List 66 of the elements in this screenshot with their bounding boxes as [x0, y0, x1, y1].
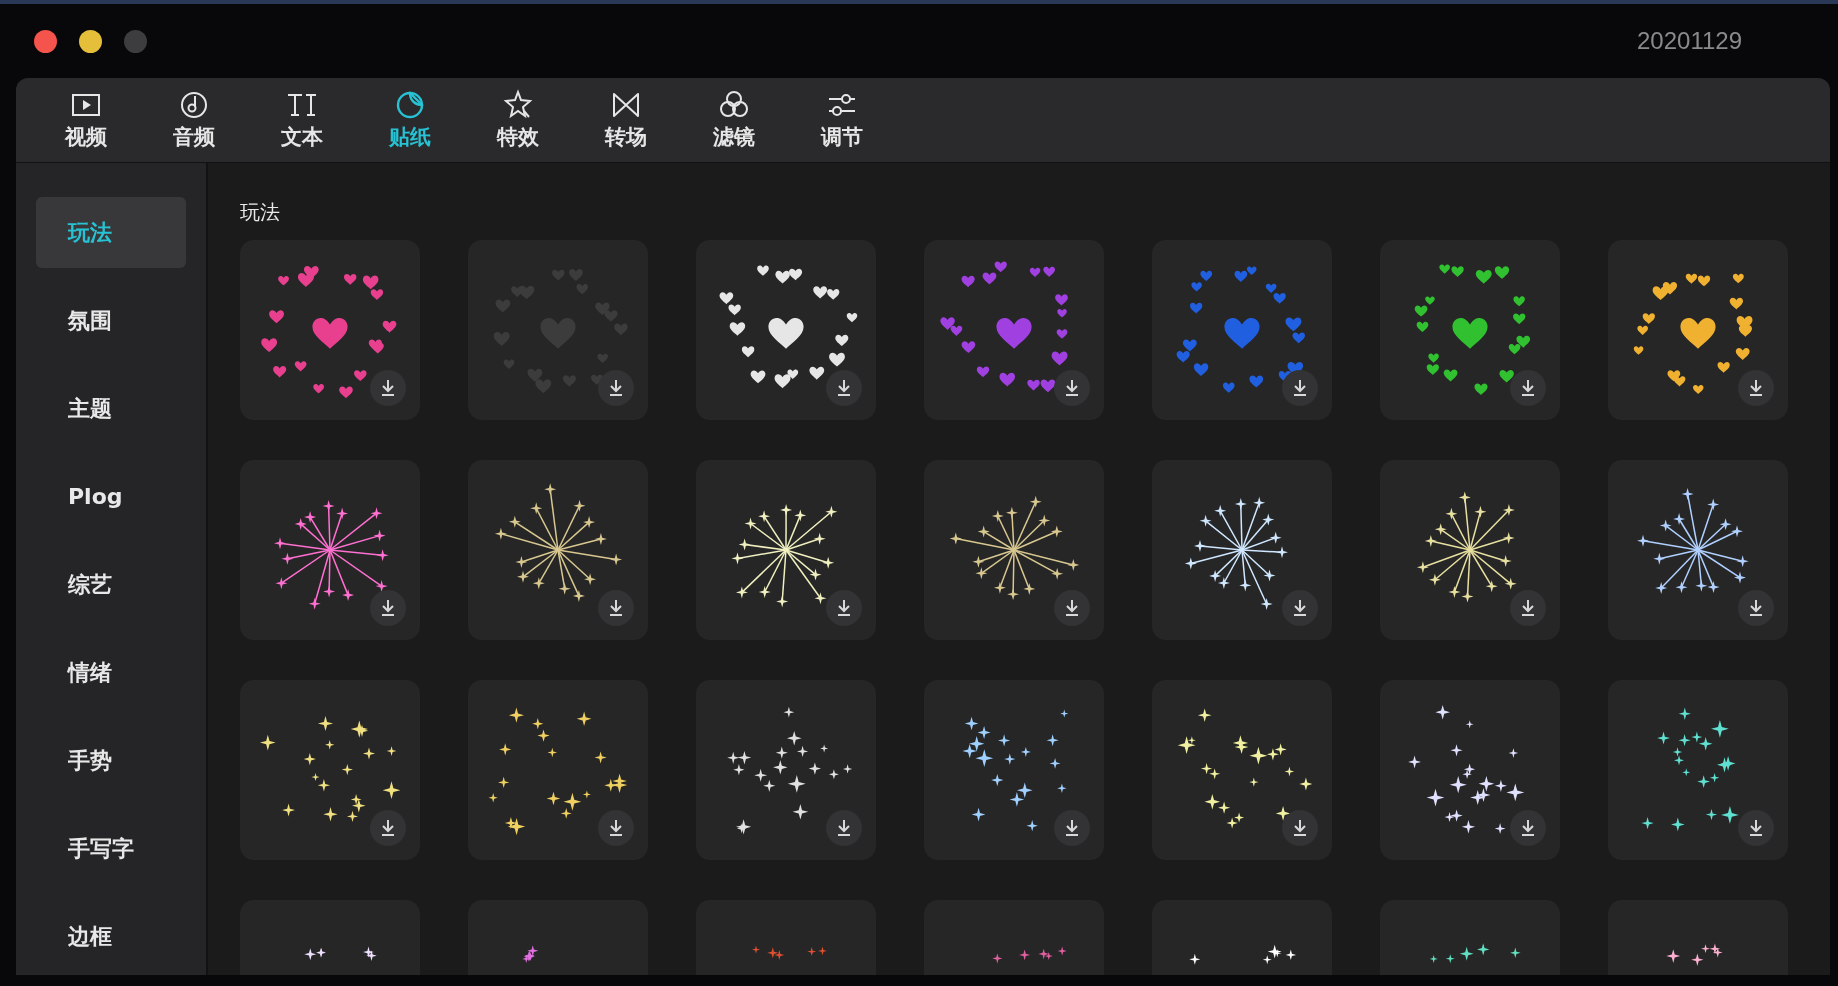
- sticker-tile[interactable]: [240, 680, 420, 860]
- music-note-icon: [178, 89, 210, 121]
- download-icon[interactable]: [1282, 370, 1318, 406]
- download-icon[interactable]: [598, 590, 634, 626]
- sticker-tile[interactable]: [468, 240, 648, 420]
- toolbar-tab[interactable]: 调节: [788, 78, 896, 162]
- download-icon[interactable]: [1510, 590, 1546, 626]
- toolbar-tab[interactable]: 贴纸: [356, 78, 464, 162]
- sticker-tile[interactable]: [924, 460, 1104, 640]
- section-title: 玩法: [240, 199, 280, 223]
- download-icon[interactable]: [370, 370, 406, 406]
- sticker-tile[interactable]: [468, 460, 648, 640]
- download-icon[interactable]: [1282, 810, 1318, 846]
- download-icon[interactable]: [1054, 370, 1090, 406]
- download-icon[interactable]: [1738, 590, 1774, 626]
- sticker-tile[interactable]: [696, 240, 876, 420]
- download-icon[interactable]: [1054, 810, 1090, 846]
- download-icon[interactable]: [826, 810, 862, 846]
- toolbar-tab[interactable]: 转场: [572, 78, 680, 162]
- toolbar-tab[interactable]: 滤镜: [680, 78, 788, 162]
- sticker-tile[interactable]: [1152, 240, 1332, 420]
- sticker-tile[interactable]: [1152, 460, 1332, 640]
- sticker-tile[interactable]: [696, 460, 876, 640]
- category-item[interactable]: Plog: [36, 461, 186, 532]
- star-icon: [502, 89, 534, 121]
- category-item[interactable]: 玩法: [36, 197, 186, 268]
- sticker-tile[interactable]: [1608, 240, 1788, 420]
- toolbar-tab[interactable]: 特效: [464, 78, 572, 162]
- window-title: 20201129: [1637, 27, 1742, 55]
- sticker-tile[interactable]: [1608, 680, 1788, 860]
- sticker-tile[interactable]: [1152, 680, 1332, 860]
- download-icon[interactable]: [598, 370, 634, 406]
- category-item[interactable]: 综艺: [36, 549, 186, 620]
- category-item[interactable]: 边框: [36, 901, 186, 972]
- sticker-tile[interactable]: [1608, 460, 1788, 640]
- category-item[interactable]: 手势: [36, 725, 186, 796]
- sticker-tile[interactable]: [924, 680, 1104, 860]
- category-item[interactable]: 手写字: [36, 813, 186, 884]
- sticker-tile[interactable]: [1380, 460, 1560, 640]
- sticker-icon: [394, 89, 426, 121]
- toolbar-tab[interactable]: 音频: [140, 78, 248, 162]
- category-item[interactable]: 氛围: [36, 285, 186, 356]
- download-icon[interactable]: [826, 590, 862, 626]
- sticker-tile[interactable]: [468, 680, 648, 860]
- sticker-tile[interactable]: [924, 240, 1104, 420]
- download-icon[interactable]: [598, 810, 634, 846]
- toolbar-tab[interactable]: 文本: [248, 78, 356, 162]
- sticker-tile[interactable]: [240, 240, 420, 420]
- sticker-tile[interactable]: [1380, 240, 1560, 420]
- close-button[interactable]: [34, 29, 57, 53]
- toolbar-tab[interactable]: 视频: [32, 78, 140, 162]
- download-icon[interactable]: [370, 810, 406, 846]
- download-icon[interactable]: [1510, 370, 1546, 406]
- download-icon[interactable]: [1738, 810, 1774, 846]
- download-icon[interactable]: [826, 370, 862, 406]
- download-icon[interactable]: [1282, 590, 1318, 626]
- download-icon[interactable]: [1510, 810, 1546, 846]
- download-icon[interactable]: [1054, 590, 1090, 626]
- download-icon[interactable]: [370, 590, 406, 626]
- download-icon[interactable]: [1738, 370, 1774, 406]
- sticker-tile[interactable]: [1380, 680, 1560, 860]
- category-item[interactable]: 主题: [36, 373, 186, 444]
- category-item[interactable]: 情绪: [36, 637, 186, 708]
- sticker-tile[interactable]: [696, 680, 876, 860]
- sticker-tile[interactable]: [240, 460, 420, 640]
- minimize-button[interactable]: [79, 29, 102, 53]
